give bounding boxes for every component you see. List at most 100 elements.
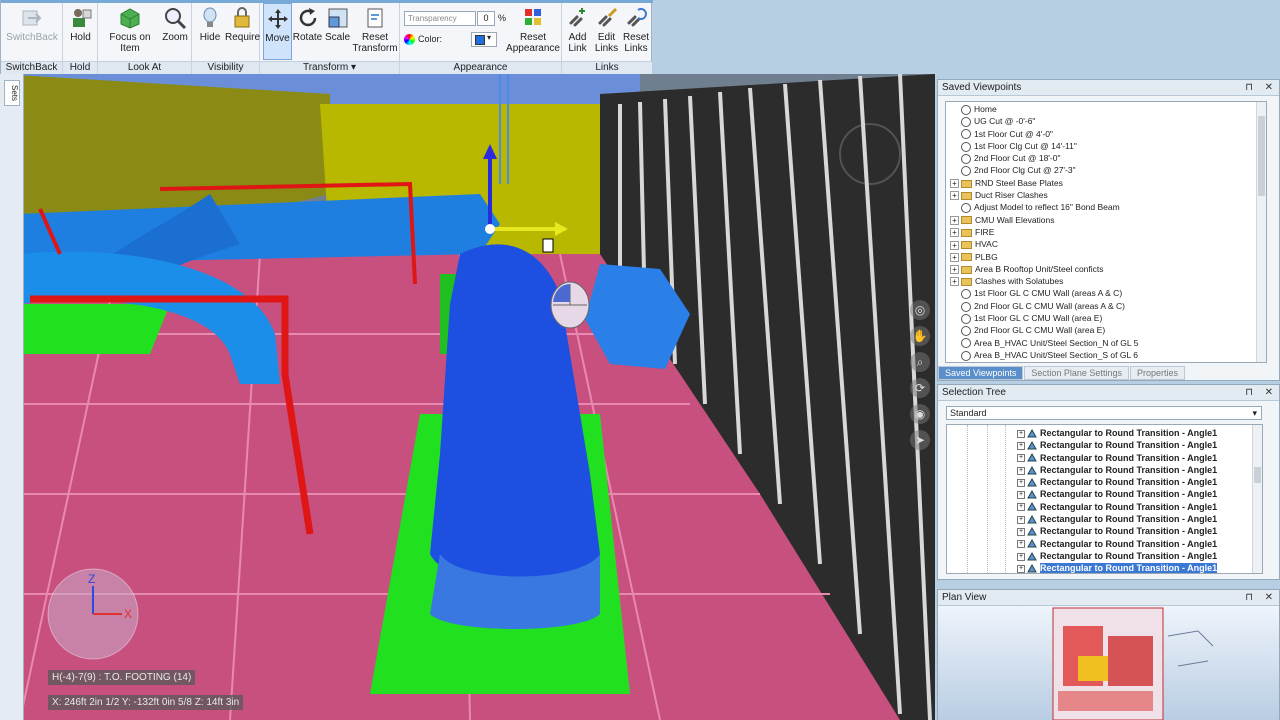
focus-on-item-button[interactable]: Focus on Item — [100, 3, 160, 60]
selection-tree[interactable]: + Rectangular to Round Transition - Angle… — [946, 424, 1263, 574]
viewpoint-item[interactable]: 2nd Floor Cut @ 18'-0" — [950, 152, 1266, 164]
viewpoint-item[interactable]: 1st Floor Clg Cut @ 14'-11" — [950, 140, 1266, 152]
require-button[interactable]: Require — [225, 3, 260, 60]
tree-row[interactable]: + Rectangular to Round Transition - Angle… — [947, 476, 1262, 488]
viewpoint-item[interactable]: Area B_HVAC Unit/Steel Section_N of GL 5 — [950, 337, 1266, 349]
tab-properties[interactable]: Properties — [1129, 366, 1185, 380]
expand-icon[interactable]: + — [1017, 528, 1025, 536]
tree-row[interactable]: + Rectangular to Round Transition - Angle… — [947, 439, 1262, 451]
tree-row[interactable]: + Rectangular to Round Transition - Angle… — [947, 488, 1262, 500]
viewpoint-folder[interactable]: + FIRE — [950, 226, 1266, 238]
tree-row-label: Rectangular to Round Transition - Angle1 — [1040, 501, 1218, 512]
tree-row-label: Rectangular to Round Transition - Angle1 — [1040, 464, 1218, 475]
look-icon[interactable]: ◉ — [910, 404, 930, 424]
viewpoint-folder[interactable]: + CMU Wall Elevations — [950, 214, 1266, 226]
expand-icon[interactable]: + — [950, 191, 959, 201]
viewpoint-item[interactable]: Home — [950, 103, 1266, 115]
expand-icon[interactable]: + — [950, 252, 959, 262]
steering-wheel-icon[interactable]: ◎ — [910, 300, 930, 320]
geometry-icon — [1027, 453, 1037, 463]
scale-button[interactable]: Scale — [323, 3, 352, 60]
tree-row[interactable]: + Rectangular to Round Transition - Angle… — [947, 538, 1262, 550]
zoom-icon — [165, 8, 187, 30]
reset-appearance-button[interactable]: Reset Appearance — [506, 3, 560, 60]
viewpoint-item[interactable]: 1st Floor Cut @ 4'-0" — [950, 128, 1266, 140]
scrollbar[interactable] — [1256, 102, 1266, 362]
zoom-button[interactable]: Zoom — [160, 3, 190, 60]
pin-icon[interactable]: ⊓ — [1245, 590, 1253, 605]
expand-icon[interactable]: + — [1017, 429, 1025, 438]
expand-icon[interactable]: + — [950, 240, 959, 250]
sets-tab[interactable]: Sets — [4, 80, 20, 106]
viewpoint-folder[interactable]: + Area B Rooftop Unit/Steel conficts — [950, 263, 1266, 275]
move-button[interactable]: Move — [263, 3, 292, 60]
tree-row[interactable]: + Rectangular to Round Transition - Angle… — [947, 464, 1262, 476]
expand-icon[interactable]: + — [950, 179, 959, 189]
viewpoint-item[interactable]: Area B_HVAC Unit/Steel Section_S of GL 6 — [950, 349, 1266, 361]
viewpoint-item[interactable]: 2nd Floor Clg Cut @ 27'-3" — [950, 164, 1266, 177]
close-icon[interactable]: ✕ — [1265, 80, 1273, 95]
expand-icon[interactable]: + — [950, 215, 959, 225]
tab-saved-viewpoints[interactable]: Saved Viewpoints — [938, 366, 1024, 380]
viewpoint-folder[interactable]: + PLBG — [950, 251, 1266, 263]
expand-icon[interactable]: + — [1017, 540, 1025, 549]
expand-icon[interactable]: + — [950, 228, 959, 238]
tree-row[interactable]: + Rectangular to Round Transition - Angle… — [947, 452, 1262, 464]
3d-viewport[interactable]: Z X H(-4)-7(9) : T.O. FOOTING (14) X: 24… — [0, 74, 935, 720]
hide-button[interactable]: Hide — [195, 3, 225, 60]
close-icon[interactable]: ✕ — [1265, 385, 1273, 400]
viewpoint-folder[interactable]: + RND Steel Base Plates — [950, 177, 1266, 189]
tree-row[interactable]: + Rectangular to Round Transition - Angle… — [947, 501, 1262, 513]
plan-view-canvas[interactable] — [938, 606, 1279, 720]
expand-icon[interactable]: + — [1017, 441, 1025, 450]
rotate-button[interactable]: Rotate — [292, 3, 323, 60]
tree-row[interactable]: + Rectangular to Round Transition - Angle… — [947, 550, 1262, 562]
selection-mode-dropdown[interactable]: Standard ▾ — [946, 406, 1262, 420]
scrollbar[interactable] — [1252, 425, 1262, 573]
group-label[interactable]: Transform ▾ — [260, 61, 399, 74]
expand-icon[interactable]: + — [950, 265, 959, 275]
hold-button[interactable]: Hold — [64, 3, 97, 60]
transparency-slider[interactable]: Transparency — [404, 11, 476, 26]
gizmo-origin[interactable] — [485, 224, 495, 234]
tree-row[interactable]: + Rectangular to Round Transition - Angle… — [947, 513, 1262, 525]
viewpoint-item[interactable]: UG Cut @ -0'-6" — [950, 115, 1266, 128]
expand-icon[interactable]: + — [1017, 454, 1025, 463]
expand-icon[interactable]: + — [1017, 478, 1025, 487]
expand-icon[interactable]: + — [1017, 503, 1025, 512]
expand-icon[interactable]: + — [950, 277, 959, 287]
viewpoint-item[interactable]: 1st Floor GL C CMU Wall (areas A & C) — [950, 287, 1266, 300]
pin-icon[interactable]: ⊓ — [1245, 385, 1253, 400]
folder-icon — [961, 265, 972, 274]
expand-icon[interactable]: + — [1017, 515, 1025, 524]
pan-icon[interactable]: ✋ — [910, 326, 930, 346]
select-icon[interactable]: ➤ — [910, 430, 930, 450]
tree-row[interactable]: + Rectangular to Round Transition - Angle… — [947, 562, 1262, 573]
reset-transform-button[interactable]: Reset Transform — [352, 3, 398, 60]
zoom-window-icon[interactable]: ⌕ — [910, 352, 930, 372]
expand-icon[interactable]: + — [1017, 564, 1025, 573]
tab-section-plane-settings[interactable]: Section Plane Settings — [1024, 366, 1129, 380]
transparency-value-input[interactable]: 0 — [477, 11, 495, 26]
viewpoint-folder[interactable]: + Duct Riser Clashes — [950, 189, 1266, 201]
pin-icon[interactable]: ⊓ — [1245, 80, 1253, 95]
viewpoint-folder[interactable]: + HVAC — [950, 238, 1266, 250]
viewpoint-folder[interactable]: + Clashes with Solatubes — [950, 275, 1266, 287]
color-picker[interactable]: ▾ — [471, 32, 497, 47]
viewpoint-item[interactable]: Adjust Model to reflect 16" Bond Beam — [950, 201, 1266, 214]
viewpoint-item[interactable]: 1st Floor GL C CMU Wall (area E) — [950, 312, 1266, 324]
tree-row[interactable]: + Rectangular to Round Transition - Angle… — [947, 525, 1262, 537]
reset-links-button[interactable]: Reset Links — [621, 3, 651, 60]
expand-icon[interactable]: + — [1017, 491, 1025, 500]
expand-icon[interactable]: + — [1017, 466, 1025, 475]
tree-row[interactable]: + Rectangular to Round Transition - Angle… — [947, 427, 1262, 439]
close-icon[interactable]: ✕ — [1265, 590, 1273, 605]
viewpoint-item[interactable]: 2nd Floor GL C CMU Wall (areas A & C) — [950, 300, 1266, 312]
switchback-button[interactable]: SwitchBack — [3, 3, 61, 60]
edit-links-button[interactable]: Edit Links — [592, 3, 621, 60]
expand-icon[interactable]: + — [1017, 552, 1025, 561]
orbit-icon[interactable]: ⟳ — [910, 378, 930, 398]
viewpoints-tree[interactable]: Home UG Cut @ -0'-6" 1st Floor Cut @ 4'-0"… — [945, 101, 1267, 363]
viewpoint-item[interactable]: 2nd Floor GL C CMU Wall (area E) — [950, 324, 1266, 337]
add-link-button[interactable]: Add Link — [563, 3, 592, 60]
